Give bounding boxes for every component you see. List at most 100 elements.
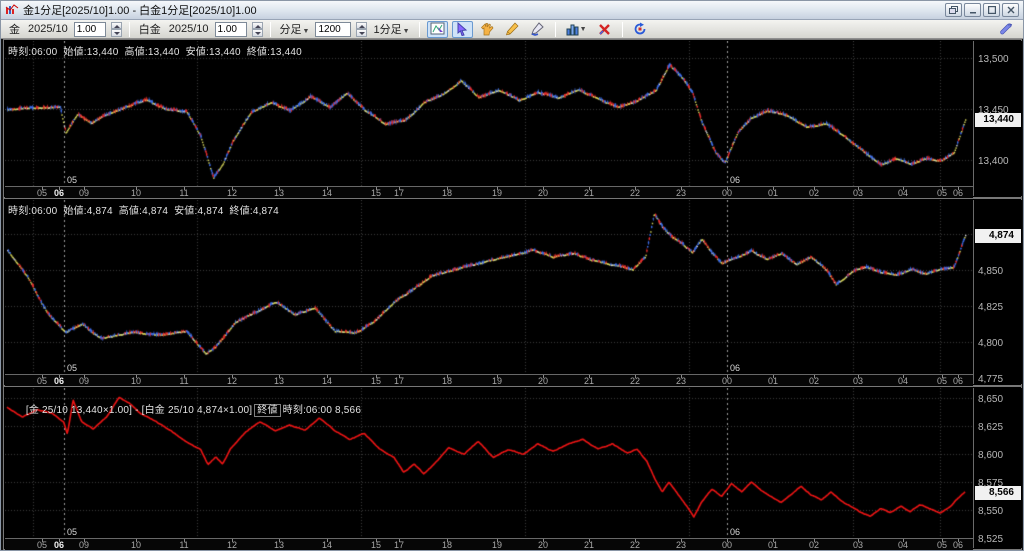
time-label: 15 — [370, 376, 381, 386]
time-label: 09 — [78, 188, 89, 198]
pen-tool-button[interactable] — [527, 21, 548, 38]
pan-tool-button[interactable] — [477, 21, 498, 38]
platinum-multiplier-spinner[interactable] — [251, 21, 263, 37]
platinum-price-axis[interactable]: 4,874 4,850 4,825 4,800 4,775 — [973, 200, 1022, 385]
time-label: 13 — [273, 376, 284, 386]
bartype-dropdown[interactable]: 分足▼ — [280, 21, 310, 37]
time-label: 21 — [583, 540, 594, 550]
time-label: 00 — [721, 188, 732, 198]
platinum-price-label: 4,800 — [978, 338, 1004, 349]
time-label: 19 — [491, 188, 502, 198]
time-label: 22 — [629, 376, 640, 386]
time-label: 03 — [852, 376, 863, 386]
close-button[interactable] — [1002, 3, 1019, 17]
time-label: 06 — [53, 188, 64, 198]
time-label: 18 — [441, 376, 452, 386]
bar-count-spinner[interactable] — [356, 21, 368, 37]
time-label: 23 — [675, 188, 686, 198]
delete-x-icon — [598, 23, 611, 36]
time-label: 03 — [852, 540, 863, 550]
time-label: 20 — [537, 376, 548, 386]
toolbar-separator — [621, 21, 623, 37]
time-label: 06 — [952, 540, 963, 550]
spread-price-axis[interactable]: 8,566 8,650 8,625 8,600 8,575 8,550 8,525 — [973, 388, 1022, 548]
gold-time-axis[interactable]: 05 06 09 10 11 12 13 14 15 17 18 19 20 21 22 23 00 01 02 03… — [5, 186, 973, 198]
time-label: 06 — [952, 188, 963, 198]
time-label: 23 — [675, 376, 686, 386]
pen-icon — [530, 22, 544, 36]
delete-button[interactable] — [594, 21, 615, 38]
time-label: 09 — [78, 540, 89, 550]
time-label: 14 — [321, 540, 332, 550]
spread-line-chart[interactable] — [5, 388, 973, 538]
platinum-price-label: 4,825 — [978, 302, 1004, 313]
data-window-button[interactable] — [426, 20, 448, 38]
gold-price-label: 13,500 — [978, 54, 1009, 65]
maximize-button[interactable] — [983, 3, 1000, 17]
time-label: 18 — [441, 540, 452, 550]
select-arrow-icon — [456, 22, 468, 36]
time-label: 17 — [393, 188, 404, 198]
platinum-price-label: 4,775 — [978, 374, 1004, 385]
title-bar[interactable]: 金1分足[2025/10]1.00 - 白金1分足[2025/10]1.00 — [1, 1, 1023, 20]
time-label: 15 — [370, 188, 381, 198]
time-label: 19 — [491, 540, 502, 550]
time-label: 06 — [952, 376, 963, 386]
time-label: 02 — [808, 188, 819, 198]
time-label: 19 — [491, 376, 502, 386]
select-tool-button[interactable] — [451, 20, 473, 38]
platinum-price-label: 4,850 — [978, 266, 1004, 277]
settings-wrench-button[interactable] — [999, 22, 1013, 36]
toolbar-separator — [269, 21, 271, 37]
chart-window: 金1分足[2025/10]1.00 - 白金1分足[2025/10]1.00 金… — [0, 0, 1024, 551]
spread-price-label: 8,625 — [978, 422, 1004, 433]
time-label: 14 — [321, 376, 332, 386]
spread-price-label: 8,650 — [978, 394, 1004, 405]
time-label: 04 — [897, 376, 908, 386]
interval-dropdown[interactable]: 1分足▼ — [373, 21, 409, 37]
time-label: 11 — [179, 188, 189, 198]
time-label: 13 — [273, 188, 284, 198]
time-label: 17 — [393, 376, 404, 386]
gold-multiplier-input[interactable] — [73, 21, 106, 37]
platinum-symbol-label: 白金 — [138, 24, 161, 36]
wrench-icon — [999, 22, 1013, 36]
gold-price-label: 13,450 — [978, 105, 1009, 116]
spread-time-axis[interactable]: 05 06 09 10 11 12 13 14 15 17 18 19 20 21 22 23 00 01 02 03… — [5, 538, 973, 550]
time-label: 03 — [852, 188, 863, 198]
time-label: 02 — [808, 540, 819, 550]
time-label: 11 — [179, 540, 189, 550]
minimize-button[interactable] — [964, 3, 981, 17]
pan-hand-icon — [480, 22, 494, 36]
time-label: 14 — [321, 188, 332, 198]
gold-price-axis[interactable]: 13,440 13,500 13,450 13,400 — [973, 41, 1022, 196]
time-label: 09 — [78, 376, 89, 386]
time-label: 05 — [36, 188, 47, 198]
time-label: 12 — [226, 376, 237, 386]
platinum-time-axis[interactable]: 05 06 09 10 11 12 13 14 15 17 18 19 20 21 22 23 00 01 02 03… — [5, 374, 973, 386]
gold-contract-month: 2025/10 — [28, 23, 68, 35]
pencil-tool-button[interactable] — [502, 21, 523, 38]
gold-multiplier-spinner[interactable] — [110, 21, 122, 37]
data-window-icon — [430, 22, 445, 36]
refresh-icon — [633, 22, 647, 36]
platinum-chart-panel: 時刻:06:00 始値:4,874 高値:4,874 安値:4,874 終値:4… — [3, 198, 1022, 386]
platinum-last-price-box: 4,874 — [975, 229, 1021, 243]
time-label: 01 — [767, 188, 778, 198]
app-chart-icon — [5, 4, 19, 16]
platinum-multiplier-input[interactable] — [214, 21, 247, 37]
chart-type-button[interactable]: ▼ — [563, 21, 590, 38]
time-label: 20 — [537, 188, 548, 198]
bar-count-input[interactable] — [315, 21, 352, 37]
gold-candlestick-chart[interactable] — [5, 41, 973, 186]
time-label: 12 — [226, 188, 237, 198]
time-label: 15 — [370, 540, 381, 550]
float-window-button[interactable] — [945, 3, 962, 17]
time-label: 21 — [583, 376, 594, 386]
refresh-button[interactable] — [630, 21, 651, 38]
time-label: 13 — [273, 540, 284, 550]
platinum-candlestick-chart[interactable] — [5, 200, 973, 374]
time-label: 06 — [53, 540, 64, 550]
time-label: 21 — [583, 188, 594, 198]
time-label: 00 — [721, 540, 732, 550]
